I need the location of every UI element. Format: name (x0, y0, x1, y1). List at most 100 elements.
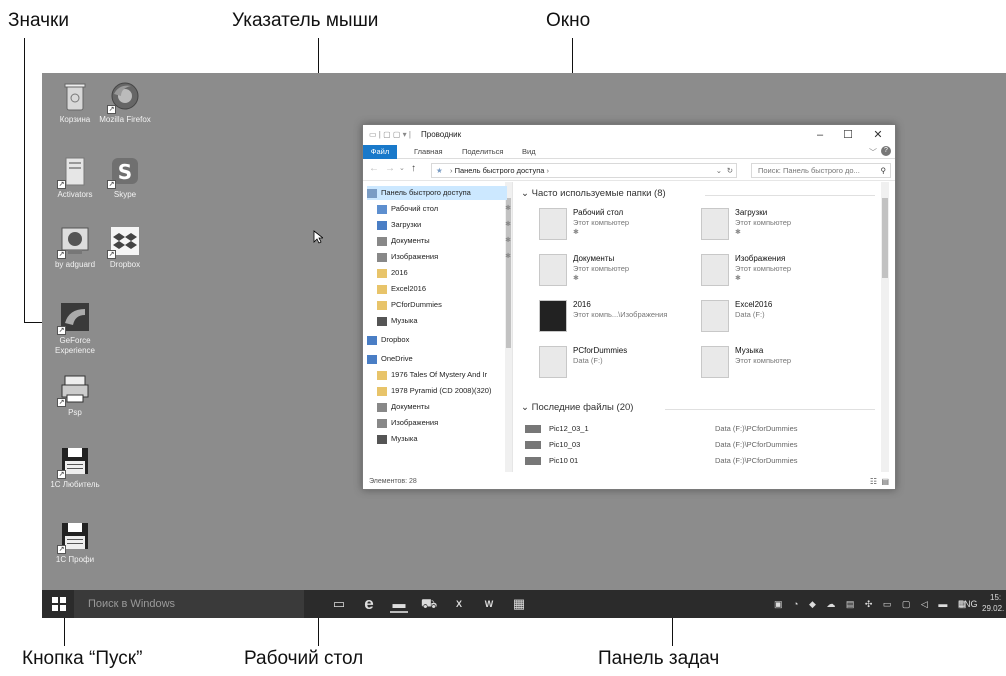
explorer-window[interactable]: ▭ | ▢ ▢ ▾ | Проводник – ☐ ✕ Файл Главная… (362, 124, 896, 490)
tiles-view-icon[interactable]: ▤ (881, 477, 889, 486)
desktop-icon-label: Mozilla Firefox (99, 115, 151, 124)
ribbon-tabs: Файл Главная Поделиться Вид ﹀ ? (363, 145, 895, 159)
frequent-folder-tile[interactable]: Excel2016 Data (F:) (701, 300, 871, 340)
recent-file-row[interactable]: Pic10 01 Data (F:)\PCforDummies (525, 454, 875, 468)
chevron-down-icon[interactable]: ⌄ (716, 164, 722, 177)
nav-item[interactable]: Музыка (377, 432, 517, 446)
nav-item[interactable]: PCforDummies (377, 298, 517, 312)
tab-file[interactable]: Файл (363, 145, 397, 159)
quick-access-toolbar-icons[interactable]: ▭ | ▢ ▢ ▾ | (369, 130, 411, 139)
desktop-icon-skype[interactable]: S ↗ Skype (95, 155, 155, 200)
frequent-folder-tile[interactable]: Музыка Этот компьютер (701, 346, 871, 386)
edge-browser-icon[interactable]: e (360, 595, 378, 613)
desktop-icon-label: 1C Любитель (50, 480, 100, 489)
search-input[interactable]: Поиск: Панель быстрого до... ⚲ (751, 163, 891, 178)
frequent-folder-tile[interactable]: Документы Этот компьютер ✱ (539, 254, 709, 294)
content-scroll-thumb[interactable] (882, 198, 888, 278)
navigation-pane[interactable]: Панель быстрого доступа Рабочий стол ✱ Загр… (363, 182, 513, 472)
tray-icons[interactable]: ▣ ◔ ◆ ☁ ▤ ✣ ▭ ▢ ◁ ▬ ▦ (774, 590, 970, 618)
pin-icon: ✱ (505, 253, 511, 260)
back-arrow-icon[interactable]: ← (369, 163, 379, 174)
nav-item[interactable]: Документы ✱ (377, 234, 517, 248)
clock-time[interactable]: 15: (990, 593, 1001, 602)
forward-arrow-icon[interactable]: → (385, 163, 395, 174)
task-view-icon[interactable]: ▭ (330, 595, 348, 613)
search-placeholder: Поиск: Панель быстрого до... (758, 166, 860, 175)
recent-file-row[interactable]: Pic12_03_1 Data (F:)\PCforDummies (525, 422, 875, 436)
chevron-down-icon[interactable]: ﹀ (869, 147, 877, 158)
close-button[interactable]: ✕ (867, 127, 889, 143)
nav-item[interactable]: 1976 Tales Of Mystery And Ir (377, 368, 517, 382)
desktop-icon-label: Dropbox (109, 260, 141, 269)
callout-desktop: Рабочий стол (244, 648, 364, 669)
nav-item[interactable]: Dropbox (367, 333, 507, 347)
app-icon: ↗ (57, 225, 91, 259)
help-icon[interactable]: ? (881, 146, 891, 156)
callout-taskbar: Панель задач (598, 648, 720, 669)
windows-logo-icon[interactable] (52, 597, 66, 611)
nav-item[interactable]: Панель быстрого доступа (367, 186, 507, 200)
nav-item[interactable]: Изображения (377, 416, 517, 430)
folder-icon (539, 254, 567, 286)
taskbar[interactable]: Поиск в Windows ▭ e ▬ ⛟ X W ▦ ▣ ◔ ◆ ☁ ▤ … (42, 590, 1006, 618)
callout-line (24, 322, 42, 323)
excel-icon[interactable]: X (450, 595, 468, 613)
maximize-button[interactable]: ☐ (837, 127, 859, 143)
input-language[interactable]: ENG (958, 590, 978, 618)
window-title: Проводник (421, 130, 462, 139)
nav-item-label: 1978 Pyramid (CD 2008)(320) (391, 386, 492, 395)
up-arrow-icon[interactable]: ↑ (411, 163, 416, 174)
frequent-folder-tile[interactable]: 2016 Этот компь...\Изображения (539, 300, 709, 340)
dropbox-icon: ↗ (107, 225, 141, 259)
frequent-folder-tile[interactable]: Загрузки Этот компьютер ✱ (701, 208, 871, 248)
floppy-icon: ↗ (57, 445, 91, 479)
recent-locations-icon[interactable]: ⌄ (399, 164, 405, 172)
nav-item-label: 2016 (391, 268, 408, 277)
image-file-icon (525, 457, 541, 465)
store-icon[interactable]: ⛟ (420, 595, 438, 613)
folder-icon (701, 208, 729, 240)
recent-file-row[interactable]: Pic10_03 Data (F:)\PCforDummies (525, 438, 875, 452)
nav-item[interactable]: 1978 Pyramid (CD 2008)(320) (377, 384, 517, 398)
folder-icon (377, 252, 387, 262)
frequent-folder-tile[interactable]: Рабочий стол Этот компьютер ✱ (539, 208, 709, 248)
desktop-icon-psp[interactable]: ↗ Psp (45, 373, 105, 418)
tab-home[interactable]: Главная (407, 145, 450, 159)
minimize-button[interactable]: – (809, 127, 831, 143)
nav-item[interactable]: Музыка (377, 314, 517, 328)
word-icon[interactable]: W (480, 595, 498, 613)
cloud-icon (367, 354, 377, 364)
folder-icon (539, 208, 567, 240)
recent-files-header[interactable]: ⌄ Последние файлы (20) (521, 402, 633, 413)
nav-item[interactable]: Рабочий стол ✱ (377, 202, 517, 216)
clock-date[interactable]: 29.02. (982, 604, 1004, 613)
nav-item[interactable]: Excel2016 (377, 282, 517, 296)
recent-file-path: Data (F:)\PCforDummies (715, 456, 798, 465)
nav-item[interactable]: 2016 (377, 266, 517, 280)
desktop-icon-dropbox[interactable]: ↗ Dropbox (95, 225, 155, 270)
breadcrumb[interactable]: Панель быстрого доступа (455, 166, 545, 175)
content-pane[interactable]: ⌄ Часто используемые папки (8) ⌄ Последн… (515, 182, 889, 472)
nav-item[interactable]: Загрузки ✱ (377, 218, 517, 232)
title-bar[interactable]: ▭ | ▢ ▢ ▾ | Проводник – ☐ ✕ (363, 125, 895, 145)
callout-window: Окно (546, 10, 591, 31)
refresh-icon[interactable]: ↻ (727, 164, 733, 177)
recent-file-name: Pic10 01 (549, 456, 579, 465)
frequent-folder-tile[interactable]: PCforDummies Data (F:) (539, 346, 709, 386)
desktop-icon-firefox[interactable]: ↗ Mozilla Firefox (95, 80, 155, 125)
tab-view[interactable]: Вид (515, 145, 543, 159)
taskbar-search-input[interactable]: Поиск в Windows (74, 590, 304, 618)
details-view-icon[interactable]: ☷ (870, 477, 877, 486)
desktop-icon-geforce[interactable]: ↗ GeForce Experience (45, 301, 105, 356)
address-bar[interactable]: ★ › Панель быстрого доступа › ⌄ ↻ (431, 163, 737, 178)
app-taskbar-icon[interactable]: ▦ (510, 595, 528, 613)
tab-share[interactable]: Поделиться (455, 145, 510, 159)
nav-item[interactable]: Изображения ✱ (377, 250, 517, 264)
file-explorer-taskbar-icon[interactable]: ▬ (390, 595, 408, 613)
desktop-icon-1c-profi[interactable]: ↗ 1C Профи (45, 520, 105, 565)
nav-item[interactable]: Документы (377, 400, 517, 414)
frequent-folders-header[interactable]: ⌄ Часто используемые папки (8) (521, 188, 666, 199)
desktop-icon-1c-lubitel[interactable]: ↗ 1C Любитель (45, 445, 105, 490)
nav-item[interactable]: OneDrive (367, 352, 507, 366)
frequent-folder-tile[interactable]: Изображения Этот компьютер ✱ (701, 254, 871, 294)
